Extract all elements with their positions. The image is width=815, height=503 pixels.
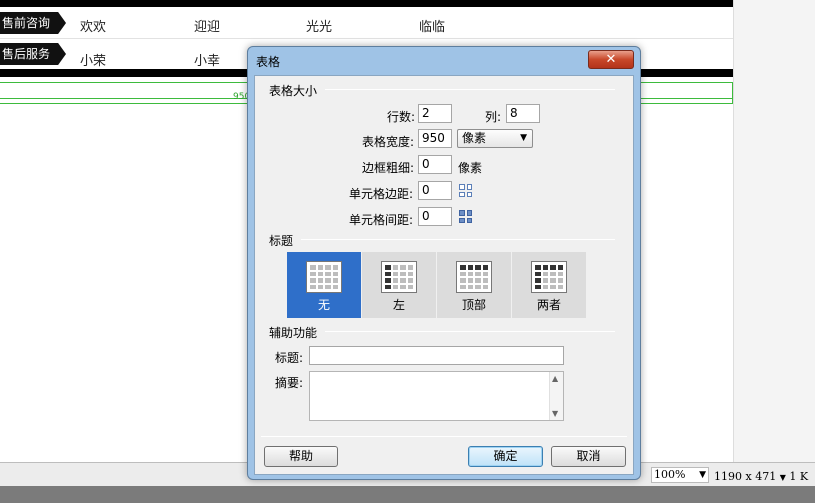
window-size-value: 1190 x 471 — [714, 470, 777, 483]
close-button[interactable]: ✕ — [588, 50, 634, 69]
page-top-strip — [0, 0, 733, 7]
staff-name: 光光 — [306, 20, 333, 35]
staff-name: 迎迎 — [194, 20, 221, 35]
staff-name: 小荣 — [80, 54, 107, 69]
width-input[interactable]: 950 — [418, 129, 452, 148]
help-button[interactable]: 帮助 — [264, 446, 338, 467]
cell-spacing-input[interactable]: 0 — [418, 207, 452, 226]
taskbar — [0, 486, 815, 503]
chevron-down-icon: ▼ — [699, 470, 706, 480]
cell-padding-icon — [457, 182, 474, 199]
summary-textarea[interactable]: ▲ ▼ — [309, 371, 564, 421]
dialog-body: 表格大小 行数: 2 列: 8 表格宽度: 950 像素 ▼ 边框粗细: 0 像… — [254, 75, 634, 475]
cols-input[interactable]: 8 — [506, 104, 540, 123]
section-divider — [301, 239, 615, 240]
table-left-header-icon — [381, 261, 417, 293]
caption-input[interactable] — [309, 346, 564, 365]
dialog-titlebar[interactable]: 表格 ✕ — [248, 47, 640, 73]
header-option-label: 左 — [392, 298, 405, 312]
chevron-down-icon: ▼ — [779, 473, 786, 482]
cell-spacing-icon — [457, 208, 474, 225]
width-label: 表格宽度: — [362, 135, 415, 149]
rows-label: 行数: — [387, 110, 416, 124]
dialog-title: 表格 — [256, 55, 281, 69]
section-divider — [325, 89, 615, 90]
close-icon: ✕ — [605, 52, 617, 67]
scroll-up-icon[interactable]: ▲ — [552, 374, 558, 383]
rows-input[interactable]: 2 — [418, 104, 452, 123]
right-panel — [733, 0, 815, 462]
table-top-header-icon — [456, 261, 492, 293]
row-divider — [0, 38, 733, 39]
zoom-value: 100% — [654, 468, 686, 481]
table-both-header-icon — [531, 261, 567, 293]
header-option-left[interactable]: 左 — [362, 252, 436, 318]
section-divider — [325, 331, 615, 332]
cols-label: 列: — [485, 110, 502, 124]
header-option-top[interactable]: 顶部 — [437, 252, 511, 318]
header-option-label: 无 — [317, 298, 330, 312]
section-header: 标题 — [269, 234, 294, 248]
header-option-label: 两者 — [536, 298, 561, 312]
width-unit-select[interactable]: 像素 ▼ — [457, 129, 533, 148]
cell-spacing-label: 单元格间距: — [349, 213, 414, 227]
cancel-button[interactable]: 取消 — [551, 446, 626, 467]
button-divider — [261, 436, 627, 437]
header-option-none[interactable]: 无 — [287, 252, 361, 318]
scroll-down-icon[interactable]: ▼ — [552, 409, 558, 418]
border-unit: 像素 — [458, 161, 483, 175]
staff-name: 小幸 — [194, 54, 221, 69]
row-tag-presale: 售前咨询 — [0, 12, 67, 34]
cell-padding-label: 单元格边距: — [349, 187, 414, 201]
ok-button[interactable]: 确定 — [468, 446, 543, 467]
summary-scrollbar[interactable]: ▲ ▼ — [549, 372, 563, 420]
chevron-down-icon: ▼ — [520, 133, 527, 143]
section-table-size: 表格大小 — [269, 84, 318, 98]
summary-label: 摘要: — [275, 376, 304, 390]
staff-name: 欢欢 — [80, 20, 107, 35]
header-option-both[interactable]: 两者 — [512, 252, 586, 318]
caption-label: 标题: — [275, 351, 304, 365]
section-accessibility: 辅助功能 — [269, 326, 318, 340]
border-input[interactable]: 0 — [418, 155, 452, 174]
row-tag-aftersale: 售后服务 — [0, 43, 67, 65]
staff-name: 临临 — [419, 20, 446, 35]
header-option-label: 顶部 — [461, 298, 486, 312]
window-size[interactable]: 1190 x 471 ▼ 1 K — [714, 470, 808, 483]
page-size-value: 1 K — [789, 470, 809, 483]
table-dialog: 表格 ✕ 表格大小 行数: 2 列: 8 表格宽度: 950 像素 ▼ 边框粗细… — [247, 46, 641, 480]
border-label: 边框粗细: — [362, 161, 415, 175]
width-unit-value: 像素 — [462, 131, 487, 145]
cell-padding-input[interactable]: 0 — [418, 181, 452, 200]
table-none-icon — [306, 261, 342, 293]
zoom-select[interactable]: 100% ▼ — [651, 467, 709, 483]
